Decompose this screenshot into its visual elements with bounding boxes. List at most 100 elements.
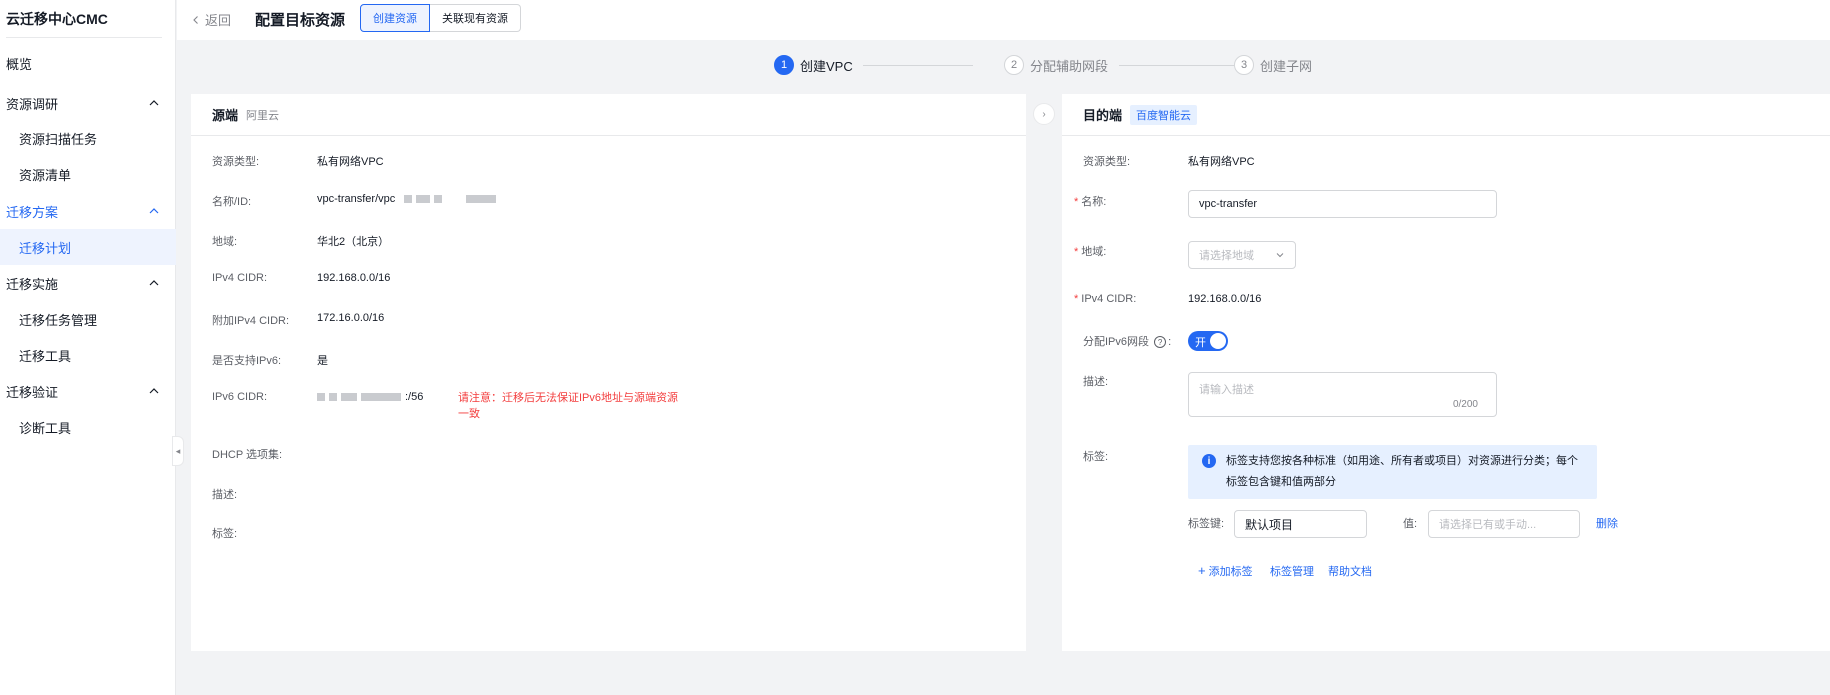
description-textarea[interactable]: 请输入描述 0/200 — [1188, 372, 1497, 417]
tab-link-existing[interactable]: 关联现有资源 — [430, 4, 521, 32]
app-title: 云迁移中心CMC — [6, 11, 108, 27]
sidebar-item-tools[interactable]: 迁移工具 — [0, 337, 176, 373]
field-value: 192.168.0.0/16 — [317, 272, 391, 284]
field-value-name-id: vpc-transfer/vpc — [317, 193, 500, 205]
target-panel-header: 目的端 百度智能云 — [1062, 94, 1830, 136]
copy-to-target-button[interactable]: › — [1033, 103, 1055, 125]
delete-tag-link[interactable]: 删除 — [1596, 515, 1618, 531]
field-value-ipv6: :/56 — [317, 391, 423, 403]
field-label: 标签: — [1083, 451, 1109, 463]
step-number: 2 — [1004, 55, 1024, 75]
source-provider: 阿里云 — [246, 109, 280, 122]
toggle-knob — [1210, 333, 1226, 349]
chevron-up-icon — [149, 280, 159, 286]
chevron-left-icon — [193, 15, 198, 24]
tab-create-resource[interactable]: 创建资源 — [360, 4, 430, 32]
sidebar-item-label: 资源扫描任务 — [19, 131, 98, 147]
ipv6-toggle[interactable]: 开 — [1188, 331, 1228, 351]
required-mark: * — [1074, 293, 1079, 305]
sidebar-group-plan[interactable]: 迁移方案 — [0, 193, 176, 229]
target-provider-badge: 百度智能云 — [1130, 104, 1198, 125]
region-select[interactable]: 请选择地域 — [1188, 241, 1296, 269]
step-label: 创建VPC — [800, 58, 853, 74]
sidebar-item-label: 诊断工具 — [19, 420, 72, 436]
chevron-up-icon — [149, 208, 159, 214]
step-3: 3 创建子网 — [1234, 55, 1312, 75]
field-label: 附加IPv4 CIDR: — [212, 315, 290, 327]
tag-value-input[interactable]: 请选择已有或手动... — [1428, 510, 1580, 538]
source-panel-header: 源端 阿里云 — [191, 94, 1026, 136]
label-colon: : — [1168, 336, 1172, 348]
step-label: 创建子网 — [1260, 58, 1313, 74]
sidebar-item-scan-tasks[interactable]: 资源扫描任务 — [0, 120, 176, 156]
field-label-name: * 名称: — [1074, 193, 1106, 209]
sidebar-item-label: 迁移计划 — [19, 240, 72, 256]
sidebar-item-label: 资源清单 — [19, 167, 72, 183]
tag-key-label: 标签键: — [1188, 518, 1225, 530]
help-icon[interactable]: ? — [1154, 336, 1167, 349]
sidebar-item-label: 概览 — [6, 56, 33, 72]
tag-key-input[interactable]: 默认项目 — [1234, 510, 1367, 538]
tag-key-value: 默认项目 — [1245, 517, 1294, 532]
field-label-ipv6: 分配IPv6网段 ?: — [1083, 333, 1171, 349]
target-title: 目的端 — [1083, 108, 1123, 123]
sidebar-group-research[interactable]: 资源调研 — [0, 85, 176, 121]
tag-value-label: 值: — [1403, 518, 1418, 530]
add-tag-label: 添加标签 — [1208, 566, 1253, 578]
sidebar-collapse-handle[interactable]: ◂ — [172, 436, 184, 466]
redacted-value — [404, 193, 500, 205]
field-label: DHCP 选项集: — [212, 449, 283, 461]
page-title: 配置目标资源 — [255, 12, 346, 29]
caret-left-icon: ◂ — [175, 445, 181, 456]
step-number: 1 — [774, 55, 794, 75]
help-doc-link[interactable]: 帮助文档 — [1328, 563, 1372, 579]
chevron-right-icon: › — [1042, 108, 1046, 120]
step-number: 3 — [1234, 55, 1254, 75]
back-button[interactable]: 返回 — [191, 10, 231, 29]
tags-info-box: i 标签支持您按各种标准（如用途、所有者或项目）对资源进行分类；每个标签包含键和… — [1188, 445, 1597, 499]
field-value: 华北2（北京） — [317, 236, 390, 248]
field-label: 资源类型: — [212, 156, 260, 168]
step-connector — [1119, 65, 1234, 66]
label-text: 分配IPv6网段 — [1083, 336, 1150, 348]
sidebar-item-diagnose[interactable]: 诊断工具 — [0, 409, 176, 445]
field-label: 标签: — [212, 528, 238, 540]
toggle-label: 开 — [1195, 337, 1206, 349]
required-mark: * — [1074, 246, 1079, 258]
field-label-ipv4: * IPv4 CIDR: — [1074, 293, 1136, 305]
step-label: 分配辅助网段 — [1030, 58, 1109, 74]
label-text: 地域: — [1081, 246, 1107, 258]
info-icon: i — [1202, 454, 1216, 468]
field-label: 描述: — [212, 489, 238, 501]
sidebar-item-migration-plan[interactable]: 迁移计划 — [0, 229, 176, 265]
description-placeholder: 请输入描述 — [1199, 384, 1254, 396]
sidebar-group-verify[interactable]: 迁移验证 — [0, 373, 176, 409]
field-label: 地域: — [212, 236, 238, 248]
sidebar-item-label: 迁移方案 — [6, 204, 59, 220]
sidebar-item-task-manage[interactable]: 迁移任务管理 — [0, 301, 176, 337]
name-id-text: vpc-transfer/vpc — [317, 193, 396, 205]
sidebar-group-implement[interactable]: 迁移实施 — [0, 265, 176, 301]
tag-value-placeholder: 请选择已有或手动... — [1439, 519, 1537, 531]
tags-info-text: 标签支持您按各种标准（如用途、所有者或项目）对资源进行分类；每个标签包含键和值两… — [1226, 455, 1578, 488]
step-1: 1 创建VPC — [774, 55, 853, 75]
divider — [6, 37, 162, 38]
chevron-up-icon — [149, 388, 159, 394]
field-value: 私有网络VPC — [317, 156, 384, 168]
step-connector — [863, 65, 973, 66]
source-panel: 源端 阿里云 资源类型: 私有网络VPC 名称/ID: vpc-transfer… — [191, 94, 1026, 651]
name-input[interactable]: vpc-transfer — [1188, 190, 1497, 218]
name-input-value: vpc-transfer — [1199, 198, 1258, 210]
ipv6-warning: 请注意：迁移后无法保证IPv6地址与源端资源一致 — [458, 392, 679, 420]
redacted-value — [317, 391, 405, 403]
label-text: IPv4 CIDR: — [1081, 293, 1137, 305]
source-title: 源端 — [212, 108, 239, 123]
sidebar-item-label: 迁移实施 — [6, 276, 59, 292]
sidebar-item-overview[interactable]: 概览 — [0, 45, 176, 81]
label-text: 名称: — [1081, 196, 1107, 208]
tag-manage-link[interactable]: 标签管理 — [1270, 563, 1314, 579]
add-tag-button[interactable]: + 添加标签 — [1198, 563, 1253, 579]
field-value: 私有网络VPC — [1188, 156, 1255, 168]
step-2: 2 分配辅助网段 — [1004, 55, 1108, 75]
sidebar-item-resource-list[interactable]: 资源清单 — [0, 156, 176, 192]
